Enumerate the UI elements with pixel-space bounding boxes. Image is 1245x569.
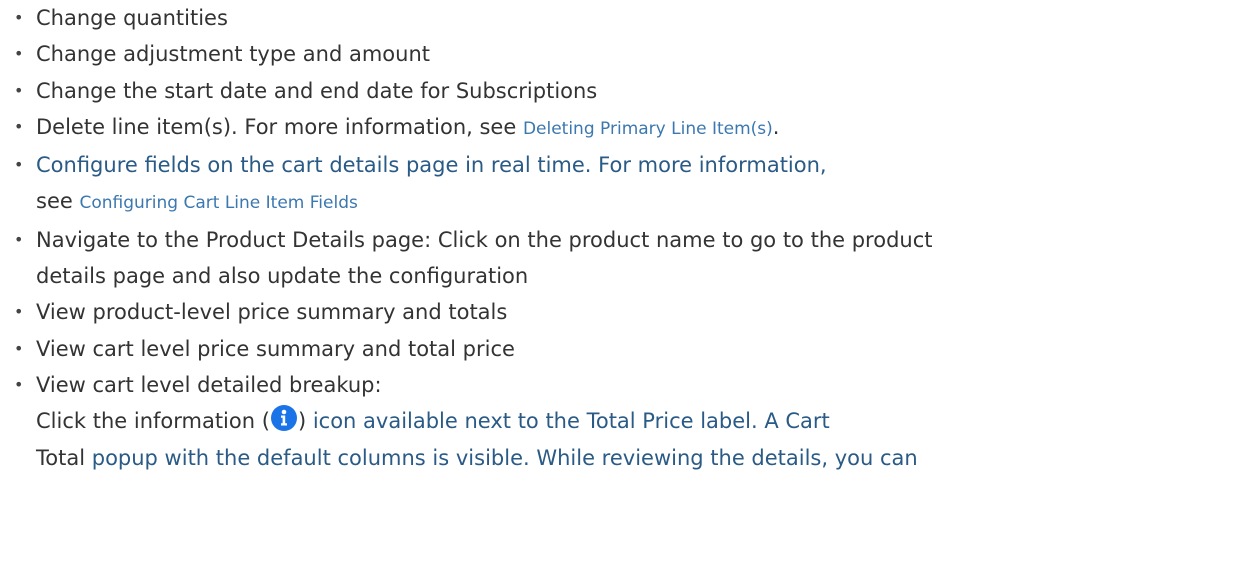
list-item-text: Configure fields on the cart details pag… bbox=[36, 153, 827, 178]
bullet-icon: • bbox=[14, 80, 24, 100]
list-item-text: Navigate to the Product Details page: Cl… bbox=[36, 227, 933, 252]
bullet-icon: • bbox=[14, 116, 24, 136]
bullet-icon: • bbox=[14, 44, 24, 64]
list-item: • Change adjustment type and amount bbox=[0, 36, 1245, 72]
bullet-icon: • bbox=[14, 338, 24, 358]
breakup-paragraph: Click the information () icon available … bbox=[0, 403, 1245, 476]
feature-list: • Change quantities • Change adjustment … bbox=[0, 0, 1245, 403]
paragraph-text: popup with the default columns is visibl… bbox=[91, 445, 918, 470]
list-item: • View product-level price summary and t… bbox=[0, 294, 1245, 330]
list-item: • Configure fields on the cart details p… bbox=[0, 147, 1245, 222]
document-content: • Change quantities • Change adjustment … bbox=[0, 0, 1245, 476]
list-item-text: Change quantities bbox=[36, 6, 228, 30]
configuring-fields-link[interactable]: Configuring Cart Line Item Fields bbox=[79, 193, 357, 213]
info-icon bbox=[270, 405, 297, 432]
bullet-icon: • bbox=[14, 302, 24, 322]
bullet-icon: • bbox=[14, 229, 24, 249]
bullet-icon: • bbox=[14, 155, 24, 175]
list-item-text: Change the start date and end date for S… bbox=[36, 78, 598, 103]
list-item-text: View cart level detailed breakup: bbox=[36, 372, 382, 397]
list-item-text: Delete line item(s). For more informatio… bbox=[36, 114, 523, 139]
list-item: • Change the start date and end date for… bbox=[0, 73, 1245, 109]
list-item-text: . bbox=[772, 114, 780, 139]
paragraph-text: icon available next to the Total Price l… bbox=[306, 409, 830, 434]
deleting-line-items-link[interactable]: Deleting Primary Line Item(s) bbox=[523, 119, 773, 139]
bullet-icon: • bbox=[14, 8, 24, 27]
list-item-text: details page and also update the configu… bbox=[36, 264, 529, 289]
list-item-text: Change adjustment type and amount bbox=[36, 42, 430, 67]
list-item: • Navigate to the Product Details page: … bbox=[0, 222, 1245, 295]
paragraph-text: Total bbox=[36, 445, 92, 470]
list-item-text: see bbox=[36, 189, 80, 214]
bullet-icon: • bbox=[14, 374, 24, 394]
paragraph-text: ) bbox=[297, 409, 307, 434]
list-item: • Change quantities bbox=[0, 0, 1245, 36]
list-item-text: View cart level price summary and total … bbox=[36, 336, 515, 361]
list-item-text: View product-level price summary and tot… bbox=[36, 300, 508, 325]
paragraph-text: Click the information ( bbox=[36, 409, 270, 434]
list-item: • View cart level price summary and tota… bbox=[0, 331, 1245, 367]
list-item: • Delete line item(s). For more informat… bbox=[0, 109, 1245, 147]
list-item: • View cart level detailed breakup: bbox=[0, 367, 1245, 403]
